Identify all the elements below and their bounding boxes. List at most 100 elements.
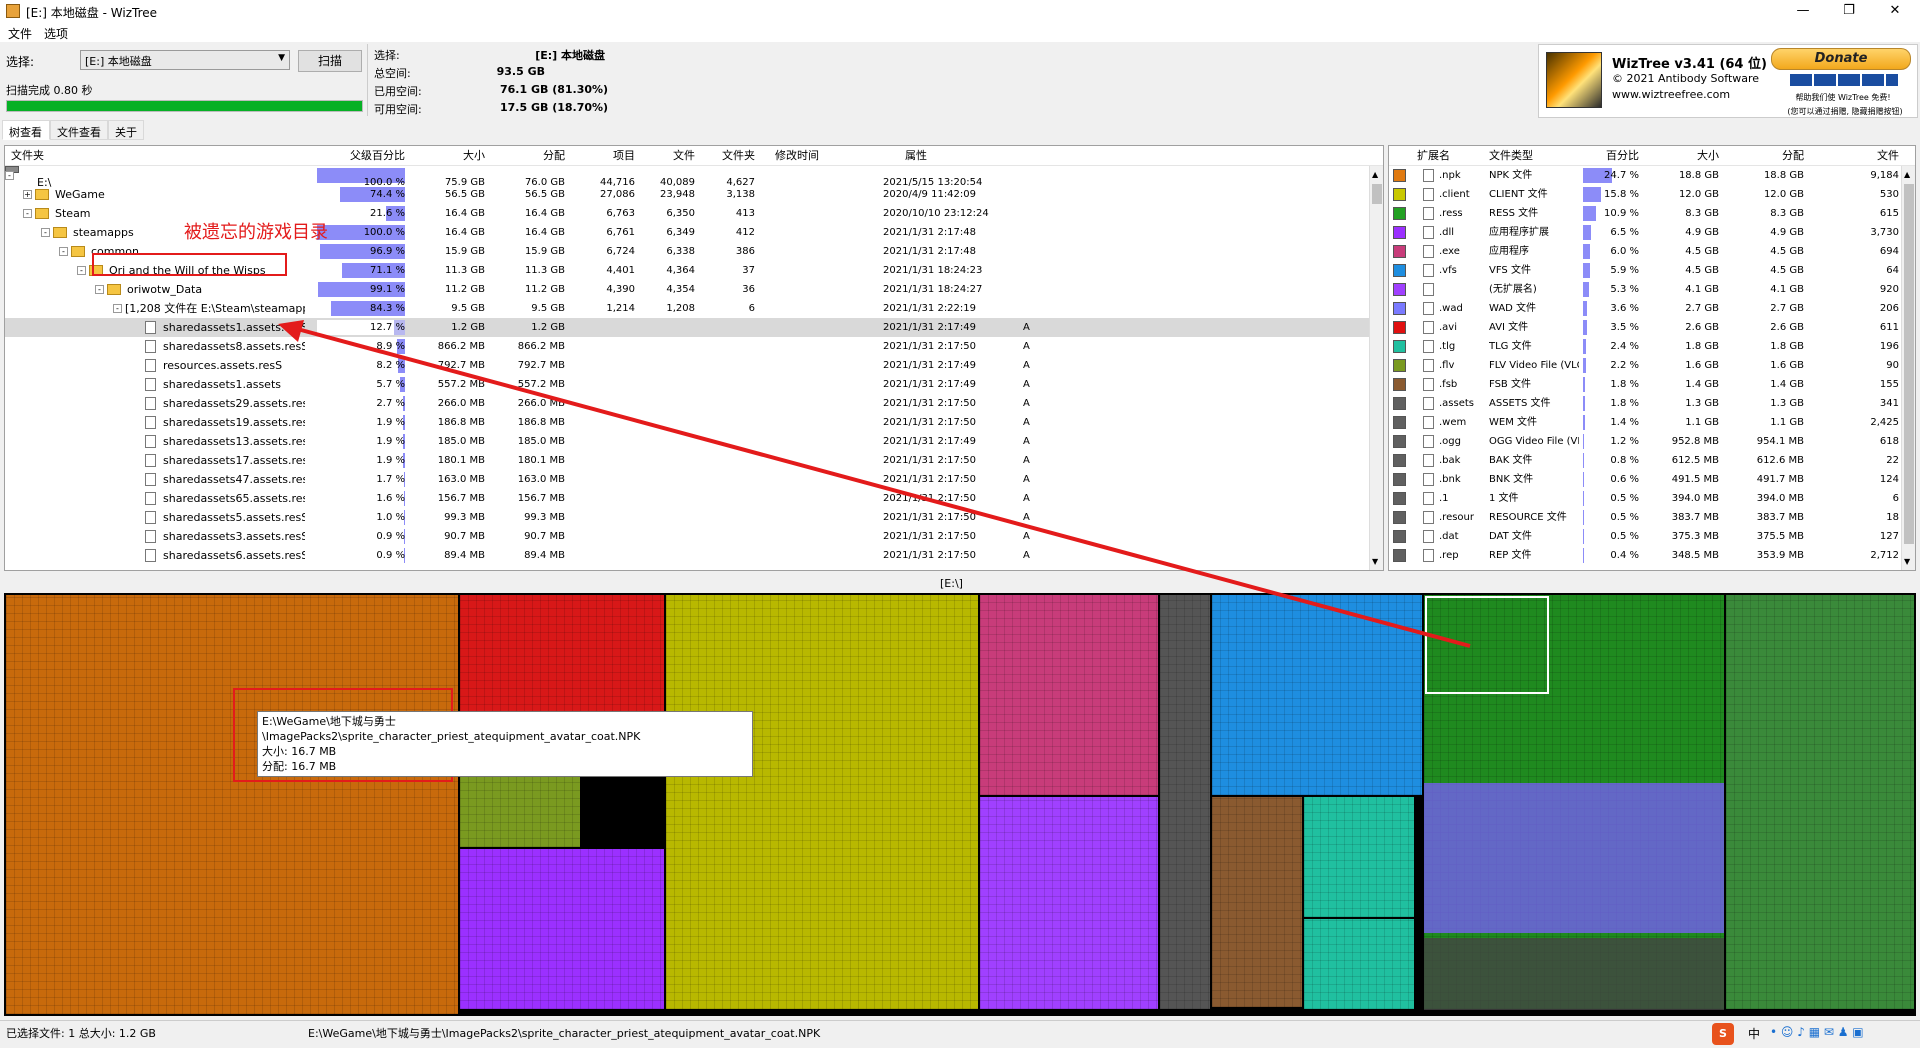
exe-region[interactable] bbox=[980, 595, 1158, 795]
tree-column-header[interactable]: 文件夹 bbox=[695, 147, 755, 163]
ext-row[interactable]: .dll 应用程序扩展 6.5 % 4.9 GB 4.9 GB 3,730 bbox=[1389, 223, 1901, 242]
misc-gray-region[interactable] bbox=[1160, 595, 1210, 1009]
tree-row[interactable]: sharedassets8.assets.resS 8.9 % 866.2 MB 86… bbox=[5, 337, 1369, 356]
tray-icons[interactable]: • ☺ ♪ ▦ ✉ ♟ ▣ bbox=[1770, 1025, 1864, 1039]
close-icon[interactable]: ✕ bbox=[1872, 0, 1918, 22]
npk-region[interactable] bbox=[6, 595, 458, 1014]
scroll-thumb[interactable] bbox=[1372, 184, 1382, 204]
tree-row[interactable]: sharedassets3.assets.resS 0.9 % 90.7 MB 90.… bbox=[5, 527, 1369, 546]
expander-icon[interactable]: - bbox=[113, 304, 122, 313]
tab-file-view[interactable]: 文件查看 bbox=[50, 120, 108, 140]
tree-row[interactable]: - oriwotw_Data 99.1 % 11.2 GB 11.2 GB 4,390 4,… bbox=[5, 280, 1369, 299]
ext-row[interactable]: .dat DAT 文件 0.5 % 375.3 MB 375.5 MB 127 bbox=[1389, 527, 1901, 546]
website-link[interactable]: www.wiztreefree.com bbox=[1612, 88, 1730, 101]
tree-row[interactable]: -[1,208 文件在 E:\Steam\steamapps\common\Or… bbox=[5, 299, 1369, 318]
ext-column-header[interactable]: 文件 bbox=[1809, 147, 1899, 163]
ext-row[interactable]: .flv FLV Video File (VLC 2.2 % 1.6 GB 1.6 GB… bbox=[1389, 356, 1901, 375]
client-region[interactable] bbox=[666, 595, 978, 1009]
tab-about[interactable]: 关于 bbox=[108, 120, 144, 140]
ext-row[interactable]: .ogg OGG Video File (VL 1.2 % 952.8 MB 954.1… bbox=[1389, 432, 1901, 451]
ext-row[interactable]: .rep REP 文件 0.4 % 348.5 MB 353.9 MB 2,712 bbox=[1389, 546, 1901, 565]
tree-column-header[interactable]: 属性 bbox=[905, 147, 965, 163]
drive-select[interactable]: [E:] 本地磁盘 ▼ bbox=[80, 50, 290, 70]
expander-icon[interactable]: - bbox=[77, 266, 86, 275]
tree-row[interactable]: sharedassets6.assets.resS 0.9 % 89.4 MB 89.… bbox=[5, 546, 1369, 565]
ime-language[interactable]: 中 bbox=[1748, 1025, 1760, 1042]
expander-icon[interactable]: - bbox=[5, 171, 14, 180]
ext-row[interactable]: .npk NPK 文件 24.7 % 18.8 GB 18.8 GB 9,184 bbox=[1389, 166, 1901, 185]
wad-region[interactable] bbox=[1424, 783, 1724, 933]
ext-row[interactable]: .tlg TLG 文件 2.4 % 1.8 GB 1.8 GB 196 bbox=[1389, 337, 1901, 356]
noext-region[interactable] bbox=[980, 797, 1158, 1009]
tree-row[interactable]: resources.assets.resS 8.2 % 792.7 MB 792.7 … bbox=[5, 356, 1369, 375]
menu-file[interactable]: 文件 bbox=[8, 25, 32, 42]
maximize-icon[interactable]: ❐ bbox=[1826, 0, 1872, 22]
ext-row[interactable]: .fsb FSB 文件 1.8 % 1.4 GB 1.4 GB 155 bbox=[1389, 375, 1901, 394]
tree-row[interactable]: sharedassets47.assets.resS 1.7 % 163.0 MB 1… bbox=[5, 470, 1369, 489]
tree-column-header[interactable]: 文件 bbox=[635, 147, 695, 163]
tree-column-header[interactable]: 父级百分比 bbox=[315, 147, 405, 163]
tree-row[interactable]: - E:\ 100.0 % 75.9 GB 76.0 GB 44,716 40,089 4,6… bbox=[5, 166, 1369, 189]
ext-row[interactable]: .ress RESS 文件 10.9 % 8.3 GB 8.3 GB 615 bbox=[1389, 204, 1901, 223]
selected-block[interactable] bbox=[1425, 596, 1549, 694]
ext-row[interactable]: .resour RESOURCE 文件 0.5 % 383.7 MB 383.7 MB 1… bbox=[1389, 508, 1901, 527]
extension-grid[interactable]: 扩展名 文件类型 百分比 大小 分配 文件 .npk NPK 文件 24.7 % 18.8 GB… bbox=[1388, 145, 1916, 571]
ext-column-header[interactable]: 扩展名 bbox=[1417, 147, 1477, 163]
expander-icon[interactable]: - bbox=[95, 285, 104, 294]
expander-icon[interactable]: - bbox=[41, 228, 50, 237]
tree-column-header[interactable]: 修改时间 bbox=[775, 147, 895, 163]
ext-row[interactable]: .exe 应用程序 6.0 % 4.5 GB 4.5 GB 694 bbox=[1389, 242, 1901, 261]
donate-button[interactable]: Donate bbox=[1771, 48, 1911, 70]
tree-row[interactable]: sharedassets1.assets 5.7 % 557.2 MB 557.2 M… bbox=[5, 375, 1369, 394]
ext-scrollbar[interactable]: ▲ ▼ bbox=[1901, 166, 1915, 570]
treemap[interactable] bbox=[4, 593, 1916, 1016]
minimize-icon[interactable]: — bbox=[1780, 0, 1826, 22]
ext-column-header[interactable]: 分配 bbox=[1724, 147, 1804, 163]
ext-row[interactable]: .wem WEM 文件 1.4 % 1.1 GB 1.1 GB 2,425 bbox=[1389, 413, 1901, 432]
gray-region[interactable] bbox=[1424, 938, 1724, 1010]
ext-row[interactable]: .assets ASSETS 文件 1.8 % 1.3 GB 1.3 GB 341 bbox=[1389, 394, 1901, 413]
ext-row[interactable]: .wad WAD 文件 3.6 % 2.7 GB 2.7 GB 206 bbox=[1389, 299, 1901, 318]
tree-row[interactable]: + WeGame 74.4 % 56.5 GB 56.5 GB 27,086 23,948 3… bbox=[5, 185, 1369, 204]
scan-button[interactable]: 扫描 bbox=[298, 50, 362, 72]
scroll-down-icon[interactable]: ▼ bbox=[1372, 557, 1378, 566]
ext-column-header[interactable]: 百分比 bbox=[1579, 147, 1639, 163]
tree-row[interactable]: sharedassets19.assets.resS 1.9 % 186.8 MB 1… bbox=[5, 413, 1369, 432]
tree-row[interactable]: sharedassets13.assets.resS 1.9 % 185.0 MB 1… bbox=[5, 432, 1369, 451]
vfs-region[interactable] bbox=[1212, 595, 1422, 795]
tab-tree-view[interactable]: 树查看 bbox=[2, 120, 50, 140]
scroll-thumb[interactable] bbox=[1904, 184, 1914, 544]
ext-row[interactable]: .1 1 文件 0.5 % 394.0 MB 394.0 MB 6 bbox=[1389, 489, 1901, 508]
tlg-region[interactable] bbox=[1304, 797, 1414, 917]
tree-column-header[interactable]: 文件夹 bbox=[11, 147, 131, 163]
tree-row[interactable]: sharedassets1.assets.resS 12.7 % 1.2 GB 1.2… bbox=[5, 318, 1369, 337]
tree-row[interactable]: sharedassets17.assets.resS 1.9 % 180.1 MB 1… bbox=[5, 451, 1369, 470]
tree-column-header[interactable]: 大小 bbox=[415, 147, 485, 163]
ext-column-header[interactable]: 大小 bbox=[1644, 147, 1719, 163]
tree-row[interactable]: sharedassets65.assets.resS 1.6 % 156.7 MB 1… bbox=[5, 489, 1369, 508]
scroll-up-icon[interactable]: ▲ bbox=[1904, 170, 1910, 179]
expander-icon[interactable]: - bbox=[59, 247, 68, 256]
ext-row[interactable]: .bnk BNK 文件 0.6 % 491.5 MB 491.7 MB 124 bbox=[1389, 470, 1901, 489]
tlg-region-2[interactable] bbox=[1304, 919, 1414, 1009]
ext-row[interactable]: .vfs VFS 文件 5.9 % 4.5 GB 4.5 GB 64 bbox=[1389, 261, 1901, 280]
ext-row[interactable]: .avi AVI 文件 3.5 % 2.6 GB 2.6 GB 611 bbox=[1389, 318, 1901, 337]
fsb-region[interactable] bbox=[1212, 797, 1302, 1007]
folder-tree-grid[interactable]: 文件夹 父级百分比 大小 分配 项目 文件 文件夹 修改时间 属性 - E:\ 100.0 % 75.… bbox=[4, 145, 1384, 571]
menu-options[interactable]: 选项 bbox=[44, 25, 68, 42]
expander-icon[interactable]: + bbox=[23, 190, 32, 199]
tree-row[interactable]: sharedassets5.assets.resS 1.0 % 99.3 MB 99.… bbox=[5, 508, 1369, 527]
tree-column-header[interactable]: 分配 bbox=[495, 147, 565, 163]
tree-column-header[interactable]: 项目 bbox=[575, 147, 635, 163]
ress-region-2[interactable] bbox=[1726, 595, 1914, 1009]
scroll-up-icon[interactable]: ▲ bbox=[1372, 170, 1378, 179]
expander-icon[interactable]: - bbox=[23, 209, 32, 218]
ext-column-header[interactable]: 文件类型 bbox=[1489, 147, 1569, 163]
scroll-down-icon[interactable]: ▼ bbox=[1904, 557, 1910, 566]
ext-row[interactable]: (无扩展名) 5.3 % 4.1 GB 4.1 GB 920 bbox=[1389, 280, 1901, 299]
sogou-ime-icon[interactable]: S bbox=[1712, 1023, 1734, 1045]
misc-region[interactable] bbox=[460, 849, 664, 1009]
ext-row[interactable]: .client CLIENT 文件 15.8 % 12.0 GB 12.0 GB 530 bbox=[1389, 185, 1901, 204]
ext-row[interactable]: .bak BAK 文件 0.8 % 612.5 MB 612.6 MB 22 bbox=[1389, 451, 1901, 470]
tree-scrollbar[interactable]: ▲ ▼ bbox=[1369, 166, 1383, 570]
